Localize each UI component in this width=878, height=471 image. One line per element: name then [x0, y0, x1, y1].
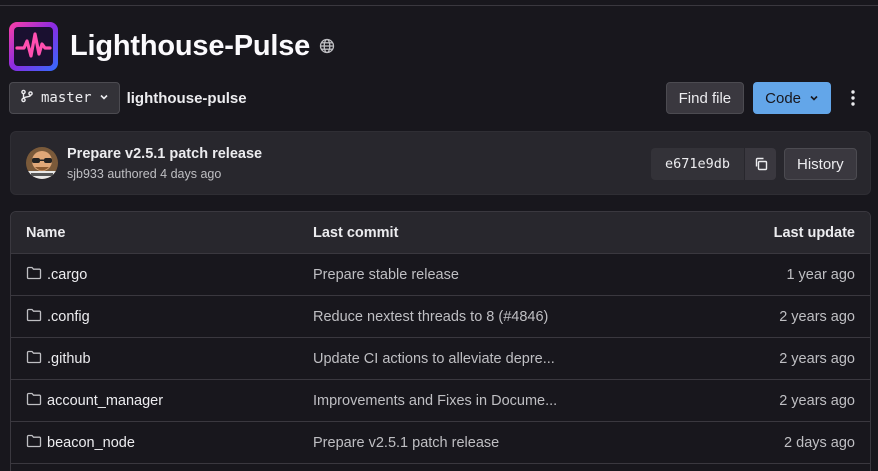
- repo-toolbar: master lighthouse-pulse Find file Code: [9, 82, 869, 114]
- commit-sha-group: e671e9db: [651, 148, 777, 180]
- top-divider: [0, 5, 878, 6]
- authored-text: authored: [107, 167, 157, 181]
- commit-sha[interactable]: e671e9db: [651, 148, 745, 180]
- folder-icon: [26, 392, 42, 410]
- folder-icon: [26, 350, 42, 368]
- table-header: Name Last commit Last update: [11, 212, 870, 254]
- branch-selector[interactable]: master: [9, 82, 120, 114]
- toolbar-actions: Find file Code: [665, 82, 869, 114]
- table-row: beacon_node Prepare v2.5.1 patch release 2…: [11, 422, 870, 464]
- folder-icon: [26, 434, 42, 452]
- folder-name: .cargo: [47, 266, 88, 283]
- table-row: account_manager Improvements and Fixes in…: [11, 380, 870, 422]
- find-file-button[interactable]: Find file: [665, 82, 745, 114]
- row-last-update: 2 years ago: [779, 350, 855, 367]
- branch-icon: [20, 89, 34, 108]
- project-avatar[interactable]: [9, 22, 58, 71]
- code-button-label: Code: [765, 89, 801, 107]
- file-tree-table: Name Last commit Last update .cargo Prepa…: [10, 211, 871, 471]
- row-commit-link[interactable]: Reduce nextest threads to 8 (#4846): [313, 309, 548, 325]
- folder-icon: [26, 266, 42, 284]
- kebab-icon[interactable]: [837, 82, 869, 114]
- header-last-update: Last update: [773, 224, 855, 241]
- row-commit-link[interactable]: Improvements and Fixes in Docume...: [313, 393, 557, 409]
- folder-name: .config: [47, 308, 90, 325]
- folder-icon: [26, 308, 42, 326]
- folder-link[interactable]: beacon_node: [26, 434, 135, 452]
- copy-icon[interactable]: [744, 148, 777, 180]
- folder-link[interactable]: .config: [26, 308, 90, 326]
- row-commit-link[interactable]: Update CI actions to alleviate depre...: [313, 351, 555, 367]
- code-dropdown-button[interactable]: Code: [753, 82, 831, 114]
- table-row: .github Update CI actions to alleviate de…: [11, 338, 870, 380]
- commit-time: 4 days ago: [160, 167, 222, 181]
- folder-name: .github: [47, 350, 91, 367]
- project-title[interactable]: Lighthouse-Pulse: [70, 30, 310, 63]
- row-commit-link[interactable]: Prepare v2.5.1 patch release: [313, 435, 499, 451]
- globe-icon: [319, 38, 335, 59]
- folder-link[interactable]: account_manager: [26, 392, 163, 410]
- commit-author-link[interactable]: sjb933: [67, 167, 104, 181]
- commit-meta: sjb933 authored 4 days ago: [67, 167, 221, 181]
- header-last-commit: Last commit: [313, 224, 399, 241]
- header-name: Name: [26, 224, 66, 241]
- row-last-update: 2 years ago: [779, 308, 855, 325]
- history-button[interactable]: History: [784, 148, 857, 180]
- row-last-update: 1 year ago: [786, 266, 855, 283]
- folder-link[interactable]: .github: [26, 350, 91, 368]
- chevron-down-icon: [809, 90, 819, 107]
- table-body: .cargo Prepare stable release 1 year ago .c…: [11, 254, 870, 464]
- row-last-update: 2 years ago: [779, 392, 855, 409]
- author-avatar[interactable]: [26, 147, 58, 179]
- last-commit-panel: Prepare v2.5.1 patch release sjb933 auth…: [10, 131, 871, 195]
- pulse-waveform-icon: [9, 22, 58, 71]
- row-last-update: 2 days ago: [784, 434, 855, 451]
- folder-link[interactable]: .cargo: [26, 266, 87, 284]
- commit-title-link[interactable]: Prepare v2.5.1 patch release: [67, 146, 262, 162]
- table-row: .cargo Prepare stable release 1 year ago: [11, 254, 870, 296]
- row-commit-link[interactable]: Prepare stable release: [313, 267, 459, 283]
- chevron-down-icon: [99, 89, 109, 107]
- project-header: Lighthouse-Pulse: [9, 22, 335, 71]
- breadcrumb-repo[interactable]: lighthouse-pulse: [127, 90, 247, 107]
- folder-name: account_manager: [47, 392, 164, 409]
- table-row: .config Reduce nextest threads to 8 (#484…: [11, 296, 870, 338]
- folder-name: beacon_node: [47, 434, 135, 451]
- branch-name: master: [41, 90, 92, 106]
